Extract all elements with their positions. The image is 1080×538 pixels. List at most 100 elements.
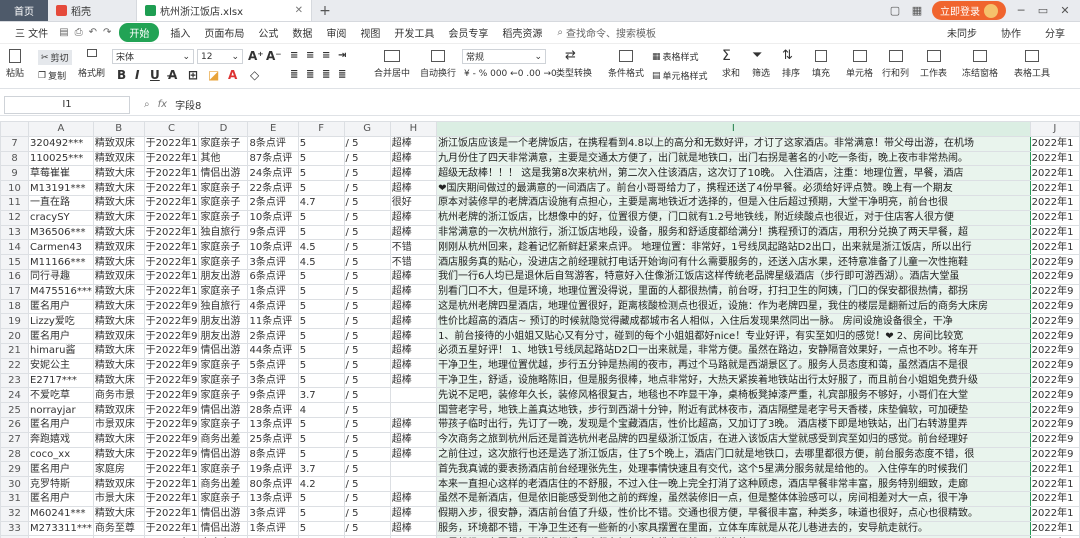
cell-a[interactable]: himaru酱: [28, 342, 94, 359]
cell-e[interactable]: 24条点评: [247, 165, 299, 182]
cell-b[interactable]: 市景大床: [92, 490, 145, 507]
formula-input[interactable]: 字段8: [175, 97, 201, 112]
cell-i[interactable]: 这是杭州老牌四星酒店，地理位置很好，距离核酸检测点也很近，设施：作为老牌四星，我…: [436, 298, 1031, 315]
column-header[interactable]: E: [247, 121, 299, 137]
cell-e[interactable]: 3条点评: [247, 372, 299, 389]
align-right-icon[interactable]: ≣: [322, 69, 330, 80]
cell-i[interactable]: ❤国庆期间做过的最满意的一间酒店了。前台小哥哥给力了，携程还送了4份早餐。必须给…: [436, 180, 1031, 196]
sync-status[interactable]: 未同步: [940, 25, 984, 40]
cell-f[interactable]: 5: [297, 283, 345, 300]
cell-d[interactable]: 朋友出游: [198, 313, 249, 330]
cell-i[interactable]: 假期入步，很安静，酒店前台值了升级，性价比不错。交通也很方便，早餐很丰富，种类多…: [436, 505, 1031, 522]
cell-j[interactable]: 2022年9: [1029, 268, 1080, 285]
align-middle-icon[interactable]: ≡: [306, 50, 314, 61]
cell-e[interactable]: 4条点评: [247, 298, 299, 315]
cell-a[interactable]: cracySY: [28, 209, 94, 226]
cell-b[interactable]: 精致大床: [92, 194, 145, 211]
cell-i[interactable]: 性价比超高的酒店~ 预订的时候就隐觉得藏成都城市名人相似，入住后发现果然同出一脉…: [436, 313, 1031, 330]
cell-h[interactable]: 超棒: [389, 135, 438, 152]
cell-g[interactable]: / 5: [343, 446, 391, 463]
cell-d[interactable]: 独自旅行: [198, 224, 249, 241]
type-convert-button[interactable]: ⇄ 类型转换: [556, 48, 592, 79]
cell-d[interactable]: 情侣出游: [198, 520, 249, 537]
cell-h[interactable]: 超棒: [389, 150, 438, 167]
cell-a[interactable]: 匿名用户: [28, 461, 94, 478]
italic-icon[interactable]: I: [135, 68, 139, 82]
wrap-text-button[interactable]: 自动换行: [420, 48, 456, 79]
cell-d[interactable]: 家庭亲子: [198, 357, 249, 374]
cell-b[interactable]: 精致大床: [92, 342, 145, 359]
cell-a[interactable]: 匿名用户: [28, 490, 94, 507]
cell-d[interactable]: 朋友出游: [198, 328, 249, 344]
menu-start[interactable]: 开始: [119, 23, 160, 42]
conditional-format-button[interactable]: 条件格式: [608, 48, 644, 79]
cell-i[interactable]: 浙江饭店应该是一个老牌饭店，在携程看到4.8以上的高分和无数好评，才订了这家酒店…: [436, 135, 1031, 152]
cell-f[interactable]: 5: [297, 224, 345, 241]
menu-developer[interactable]: 开发工具: [387, 25, 441, 40]
print-icon[interactable]: ⎙: [75, 27, 83, 38]
cell-j[interactable]: 2022年9: [1029, 313, 1080, 330]
cell-d[interactable]: 家庭亲子: [198, 461, 249, 478]
cell-f[interactable]: 4.7: [297, 194, 345, 211]
cell-c[interactable]: 于2022年9: [143, 342, 200, 359]
cell-b[interactable]: 精致大床: [92, 313, 145, 330]
row-header[interactable]: 33: [0, 520, 30, 537]
cell-h[interactable]: 超棒: [389, 209, 438, 226]
cell-e[interactable]: 2条点评: [247, 194, 299, 211]
cell-a[interactable]: 克罗特斯: [28, 476, 94, 492]
cell-d[interactable]: 家庭亲子: [198, 387, 249, 404]
cell-j[interactable]: 2022年1: [1029, 461, 1080, 478]
cell-h[interactable]: 超棒: [389, 313, 438, 330]
row-header[interactable]: 8: [0, 150, 30, 167]
cell-f[interactable]: 5: [297, 490, 345, 507]
sort-button[interactable]: ⇅ 排序: [782, 48, 800, 79]
cell-g[interactable]: / 5: [343, 298, 391, 315]
align-bottom-icon[interactable]: ≡: [322, 50, 330, 61]
window-layout-icon[interactable]: ▢: [888, 4, 902, 18]
cell-j[interactable]: 2022年9: [1029, 416, 1080, 433]
cell-a[interactable]: 同行寻趣: [28, 268, 94, 285]
cell-i[interactable]: 我们一行6人均已是退休后自驾游客，特意好入住像浙江饭店这样传统老品牌星级酒店（步…: [436, 268, 1031, 285]
cell-g[interactable]: / 5: [343, 416, 391, 433]
row-header[interactable]: 20: [0, 328, 30, 344]
cell-style-button[interactable]: ▤ 单元格样式: [652, 69, 708, 83]
cell-j[interactable]: 2022年1: [1029, 505, 1080, 522]
cell-g[interactable]: / 5: [343, 165, 391, 182]
cell-g[interactable]: / 5: [343, 357, 391, 374]
cell-c[interactable]: 于2022年1: [143, 254, 200, 270]
cell-b[interactable]: 商务至尊: [92, 520, 145, 537]
cell-a[interactable]: E2717***: [28, 372, 94, 389]
cell-j[interactable]: 2022年1: [1029, 180, 1080, 196]
indent-icon[interactable]: ⇥: [338, 50, 346, 61]
cell-b[interactable]: 商务市景: [92, 387, 145, 404]
cell-j[interactable]: 2022年1: [1029, 150, 1080, 167]
cell-e[interactable]: 3条点评: [247, 505, 299, 522]
cell-b[interactable]: 精致大床: [92, 283, 145, 300]
cell-c[interactable]: 于2022年9: [143, 446, 200, 463]
cell-g[interactable]: / 5: [343, 180, 391, 196]
share-button[interactable]: 分享: [1038, 25, 1072, 40]
cell-c[interactable]: 于2022年1: [143, 209, 200, 226]
close-icon[interactable]: ✕: [295, 5, 303, 16]
cell-c[interactable]: 于2022年9: [143, 372, 200, 389]
cell-i[interactable]: 超级无敌棒！！！ 这是我第8次来杭州，第二次入住该酒店，这次订了10晚。 入住酒…: [436, 165, 1031, 182]
cell-c[interactable]: 于2022年1: [143, 461, 200, 478]
column-header[interactable]: C: [143, 121, 200, 137]
cell-f[interactable]: 5: [297, 342, 345, 359]
cell-e[interactable]: 1条点评: [247, 520, 299, 537]
font-shrink-icon[interactable]: A⁻: [266, 49, 282, 63]
font-size-select[interactable]: 12 ⌄: [197, 49, 243, 64]
cell-f[interactable]: 5: [297, 180, 345, 196]
menu-daoke-resources[interactable]: 稻壳资源: [495, 25, 549, 40]
collaborate-button[interactable]: 协作: [994, 25, 1028, 40]
cell-b[interactable]: 精致双床: [92, 135, 145, 152]
cell-d[interactable]: 家庭亲子: [198, 239, 249, 256]
row-header[interactable]: 19: [0, 313, 30, 330]
filter-button[interactable]: ⏷ 筛选: [752, 48, 770, 79]
cell-i[interactable]: 酒店服务真的贴心，没进店之前经理就打电话开始询问有什么需要服务的，还送入店水果，…: [436, 254, 1031, 270]
cell-h[interactable]: 超棒: [389, 165, 438, 182]
row-header[interactable]: 31: [0, 490, 30, 507]
cell-e[interactable]: 10条点评: [247, 239, 299, 256]
cell-a[interactable]: 安妮公主: [28, 357, 94, 374]
cell-i[interactable]: 虽然不是新酒店，但是依旧能感受到他之前的辉煌，虽然装修旧一点，但是整体体验感可以…: [436, 490, 1031, 507]
